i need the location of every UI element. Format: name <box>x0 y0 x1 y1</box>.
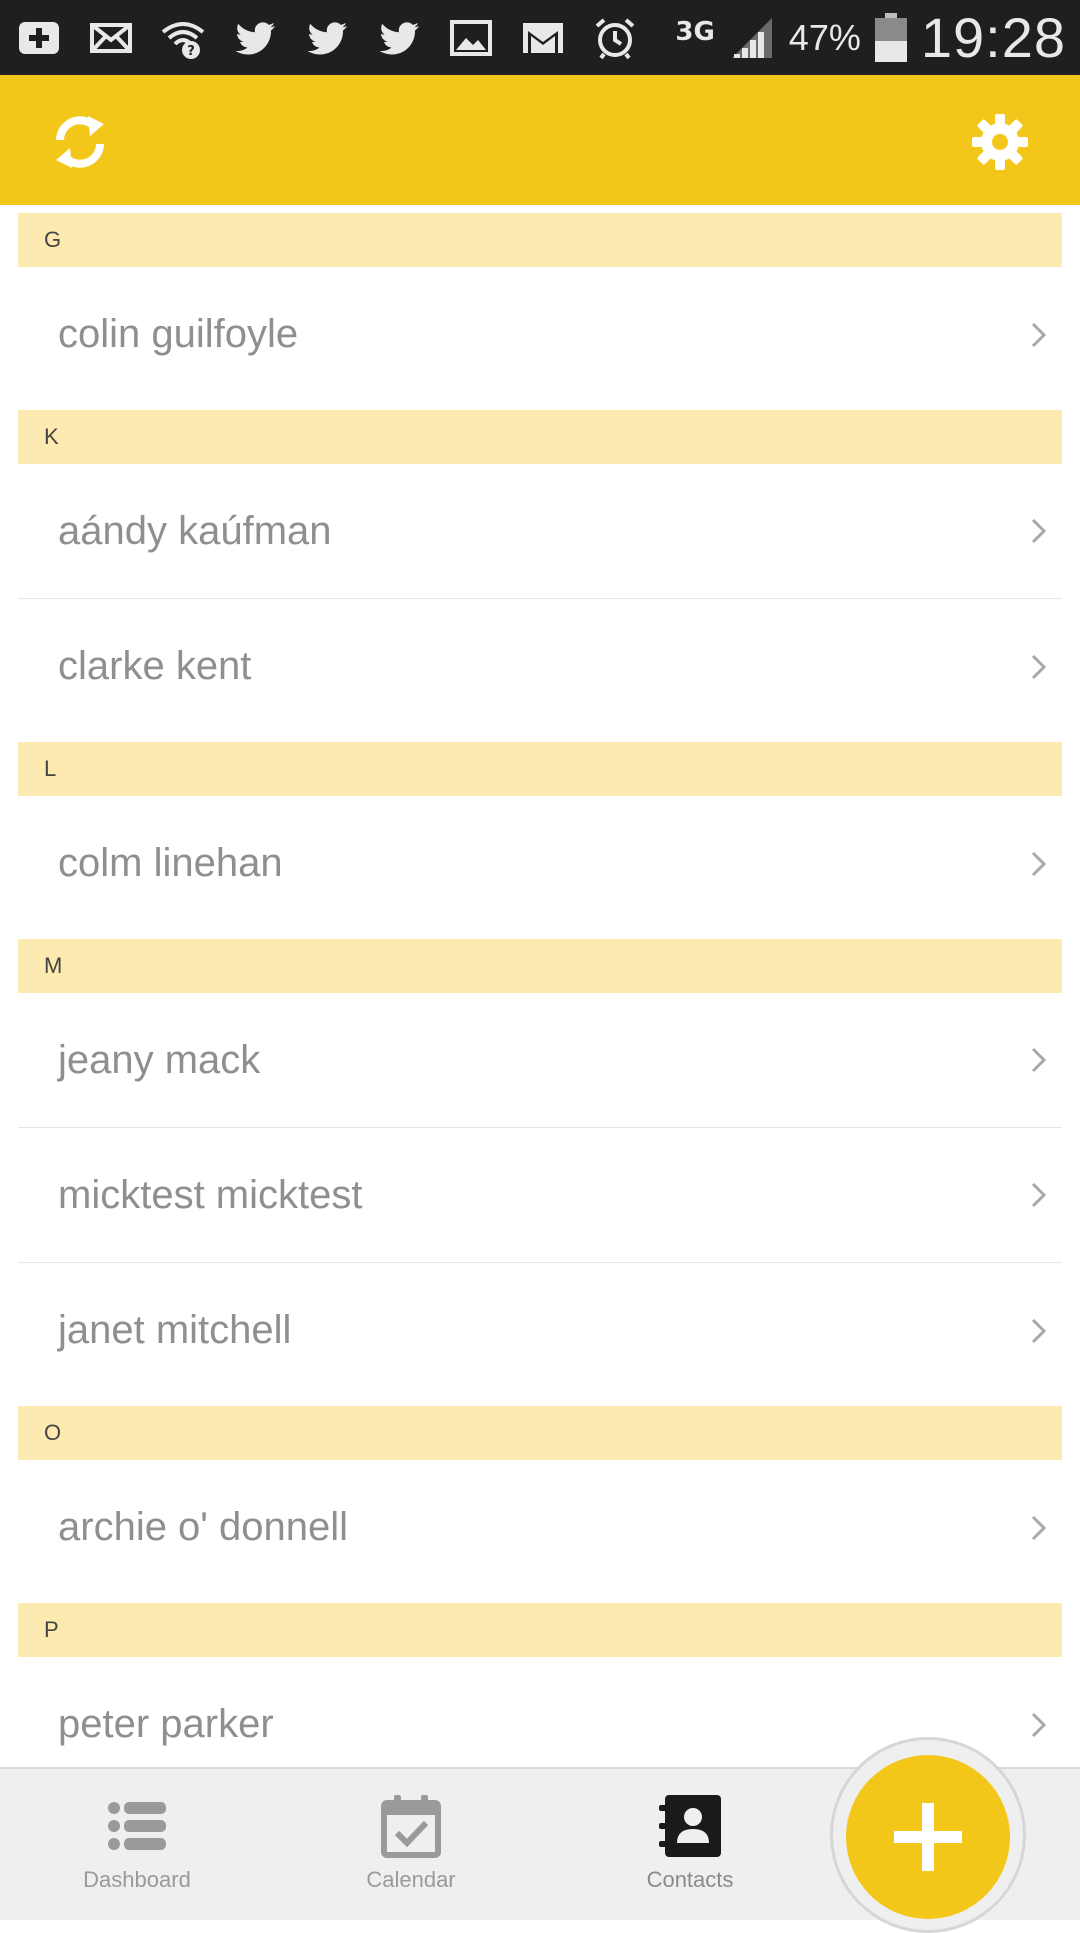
twitter-icon <box>302 13 352 63</box>
chevron-right-icon <box>1024 516 1054 546</box>
plus-box-icon <box>14 13 64 63</box>
chevron-right-icon <box>1024 1513 1054 1543</box>
calendar-check-icon <box>376 1791 446 1861</box>
status-bar: ? 3G 47% 19:28 <box>0 0 1080 75</box>
chevron-right-icon <box>1024 1180 1054 1210</box>
chevron-right-icon <box>1024 1045 1054 1075</box>
section-header: K <box>18 410 1062 464</box>
tab-dashboard[interactable]: Dashboard <box>37 1769 237 1922</box>
chevron-right-icon <box>1024 652 1054 682</box>
gmail-icon <box>518 13 568 63</box>
battery-icon <box>873 12 909 63</box>
section-header: P <box>18 1603 1062 1657</box>
plus-icon <box>894 1803 962 1871</box>
contact-name: colm linehan <box>58 841 283 885</box>
alarm-icon <box>590 13 640 63</box>
chevron-right-icon <box>1024 1710 1054 1740</box>
contact-row[interactable]: micktest micktest <box>18 1128 1062 1263</box>
contact-name: jeany mack <box>58 1037 261 1082</box>
gear-icon <box>972 114 1028 170</box>
contact-row[interactable]: colm linehan <box>18 796 1062 931</box>
add-contact-button[interactable] <box>846 1755 1010 1919</box>
section-header: G <box>18 213 1062 267</box>
signal-icon <box>727 13 777 63</box>
tab-label: Contacts <box>646 1867 734 1892</box>
section-header: L <box>18 742 1062 796</box>
chevron-right-icon <box>1024 320 1054 350</box>
contact-row[interactable]: jeany mack <box>18 993 1062 1128</box>
wifi-question-icon: ? <box>158 13 208 63</box>
chevron-right-icon <box>1024 849 1054 879</box>
contact-name: peter parker <box>58 1702 274 1746</box>
svg-text:?: ? <box>187 44 195 59</box>
battery-percent: 47% <box>788 16 861 58</box>
image-icon <box>446 13 496 63</box>
sync-button[interactable] <box>50 112 110 172</box>
contact-name: janet mitchell <box>58 1308 292 1352</box>
contact-name: micktest micktest <box>58 1172 363 1217</box>
tab-label: Calendar <box>366 1867 456 1892</box>
contact-row[interactable]: aándy kaúfman <box>18 464 1062 599</box>
app-bar <box>0 75 1080 205</box>
sync-icon <box>56 116 104 168</box>
mail-x-icon <box>86 13 136 63</box>
contact-row[interactable]: janet mitchell <box>18 1263 1062 1398</box>
tab-calendar[interactable]: Calendar <box>311 1769 511 1922</box>
tab-label: Dashboard <box>83 1867 191 1892</box>
contact-name: colin guilfoyle <box>58 312 299 356</box>
chevron-right-icon <box>1024 1316 1054 1346</box>
contact-row[interactable]: colin guilfoyle <box>18 267 1062 402</box>
tab-contacts[interactable]: Contacts <box>590 1769 790 1922</box>
section-header: O <box>18 1406 1062 1460</box>
contact-name: archie o' donnell <box>58 1505 349 1549</box>
section-header: M <box>18 939 1062 993</box>
contact-row[interactable]: archie o' donnell <box>18 1460 1062 1595</box>
status-right: 3G 47% 19:28 <box>675 5 1066 70</box>
notification-icons: ? <box>14 13 640 63</box>
contact-name: clarke kent <box>58 644 252 688</box>
twitter-icon <box>374 13 424 63</box>
settings-button[interactable] <box>970 112 1030 172</box>
list-icon <box>102 1791 172 1861</box>
twitter-icon <box>230 13 280 63</box>
network-type: 3G <box>675 16 715 47</box>
contacts-book-icon <box>655 1791 725 1861</box>
contact-row[interactable]: clarke kent <box>18 599 1062 734</box>
contact-name: aándy kaúfman <box>58 508 332 553</box>
clock: 19:28 <box>920 6 1066 69</box>
contact-list[interactable]: Gcolin guilfoyle Kaándy kaúfman clarke ken… <box>0 205 1080 1767</box>
